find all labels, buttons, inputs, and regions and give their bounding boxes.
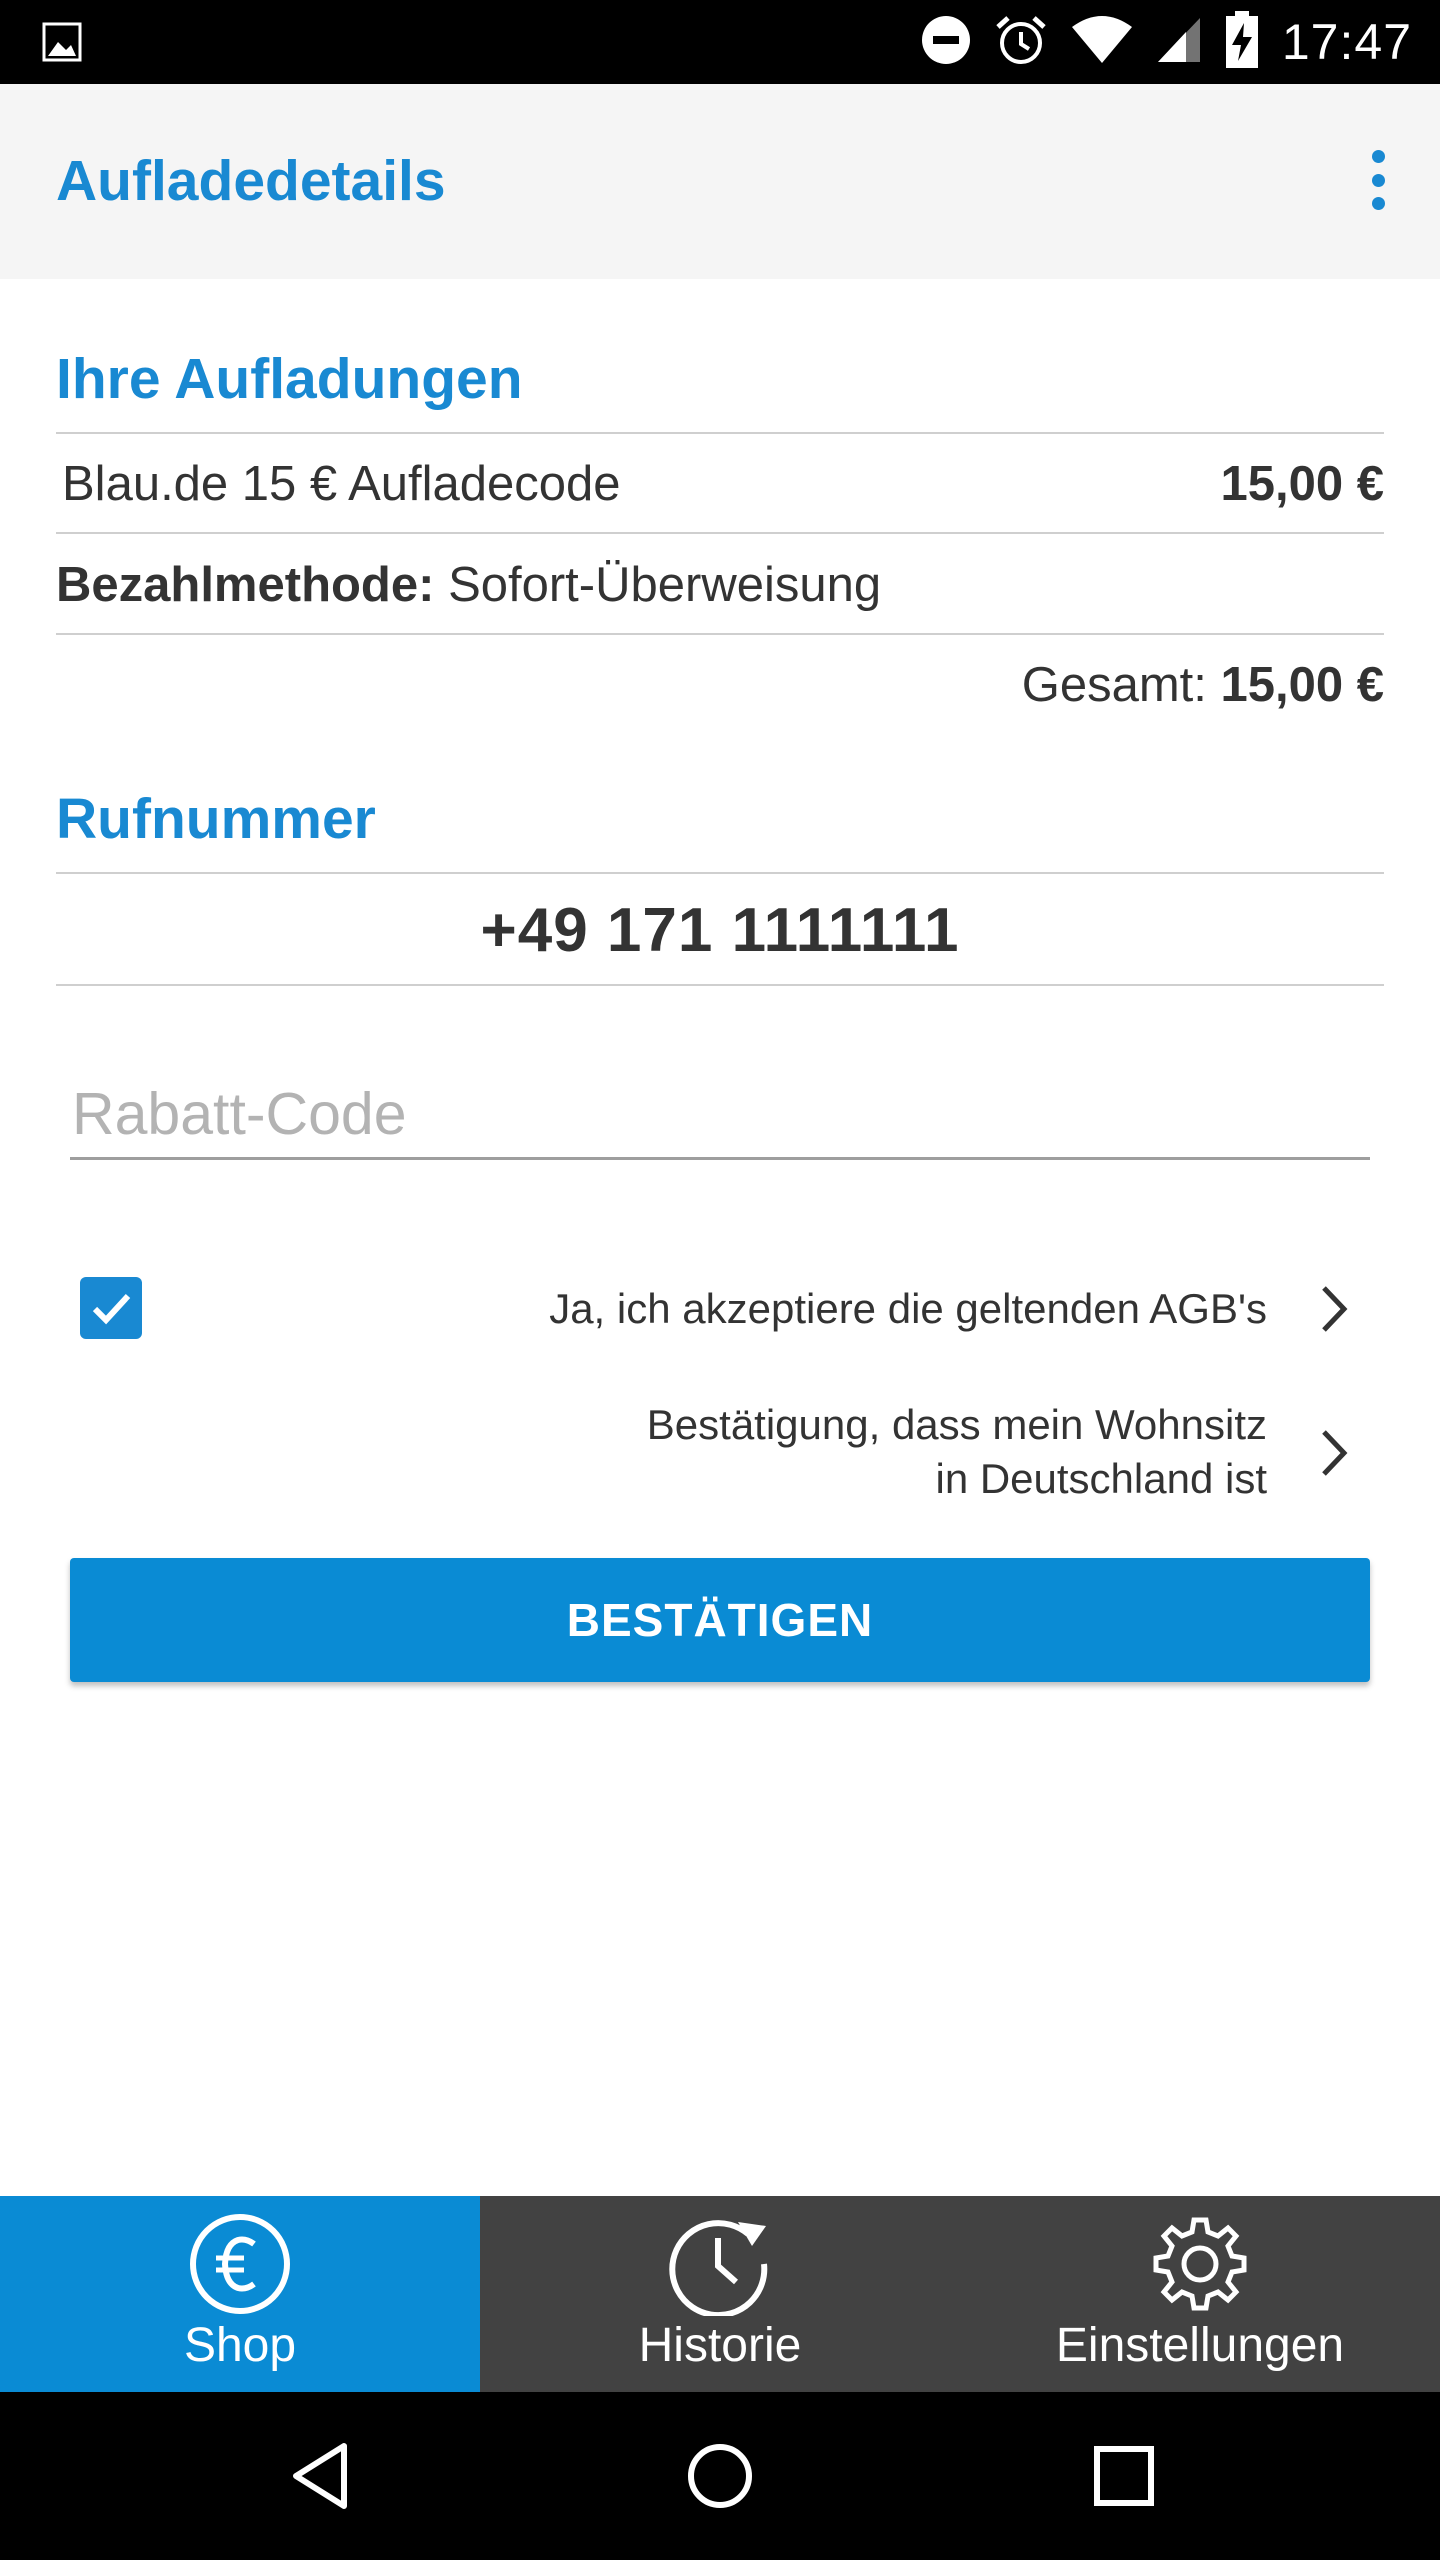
residence-link[interactable]: Bestätigung, dass mein Wohnsitz in Deuts… — [0, 1394, 1440, 1518]
nav-shop[interactable]: Shop — [0, 2196, 480, 2392]
nav-einstellungen[interactable]: Einstellungen — [960, 2196, 1440, 2392]
divider — [56, 984, 1384, 986]
payment-method-row: Bezahlmethode: Sofort-Überweisung — [56, 557, 881, 613]
status-time: 17:47 — [1281, 14, 1412, 70]
discount-code-input[interactable] — [70, 1070, 1370, 1160]
nav-historie[interactable]: Historie — [480, 2196, 960, 2392]
residence-text-line1: Bestätigung, dass mein Wohnsitz — [646, 1401, 1267, 1448]
payment-method-value: Sofort-Überweisung — [448, 558, 882, 612]
page-title: Aufladedetails — [56, 149, 446, 213]
nav-einstellungen-label: Einstellungen — [1055, 2319, 1345, 2372]
phone-title: Rufnummer — [56, 787, 376, 851]
total-value: 15,00 € — [1220, 658, 1385, 712]
home-icon[interactable] — [670, 2392, 770, 2560]
app-bar: Aufladedetails — [0, 84, 1440, 279]
screen: 17:47 Aufladedetails Ihre Aufladungen Bl… — [0, 0, 1440, 2560]
nav-historie-label: Historie — [638, 2319, 802, 2372]
dnd-icon — [920, 14, 972, 71]
history-icon — [668, 2212, 772, 2316]
total-row: Gesamt: 15,00 € — [1022, 657, 1384, 713]
gear-icon — [1148, 2212, 1252, 2316]
back-icon[interactable] — [270, 2392, 370, 2560]
payment-method-label: Bezahlmethode: — [56, 558, 435, 612]
residence-text-line2: in Deutschland ist — [935, 1455, 1267, 1502]
charges-title: Ihre Aufladungen — [56, 347, 523, 411]
chevron-right-icon — [1322, 1286, 1348, 1332]
signal-icon — [1156, 16, 1202, 69]
alarm-icon — [994, 13, 1048, 72]
status-bar: 17:47 — [0, 0, 1440, 84]
charge-item-name: Blau.de 15 € Aufladecode — [62, 457, 621, 511]
residence-text: Bestätigung, dass mein Wohnsitz in Deuts… — [647, 1398, 1267, 1506]
image-icon — [42, 22, 82, 67]
nav-shop-label: Shop — [183, 2319, 297, 2372]
chevron-right-icon — [1322, 1430, 1348, 1476]
bottom-nav: Shop Historie Einstellungen — [0, 2196, 1440, 2392]
recents-icon[interactable] — [1074, 2392, 1174, 2560]
divider — [56, 432, 1384, 434]
total-label: Gesamt: — [1021, 658, 1207, 712]
phone-number: +49 171 1111111 — [480, 896, 960, 965]
charge-item-price: 15,00 € — [1220, 457, 1385, 511]
agb-link[interactable]: Ja, ich akzeptiere die geltenden AGB's — [0, 1248, 1440, 1368]
divider — [56, 532, 1384, 534]
divider — [56, 872, 1384, 874]
agb-text: Ja, ich akzeptiere die geltenden AGB's — [549, 1285, 1267, 1332]
divider — [56, 633, 1384, 635]
battery-charging-icon — [1224, 10, 1260, 74]
overflow-menu-icon[interactable] — [1368, 150, 1388, 210]
confirm-button[interactable]: BESTÄTIGEN — [70, 1558, 1370, 1682]
euro-icon — [188, 2212, 292, 2316]
wifi-icon — [1070, 15, 1134, 70]
system-nav-bar — [0, 2392, 1440, 2560]
